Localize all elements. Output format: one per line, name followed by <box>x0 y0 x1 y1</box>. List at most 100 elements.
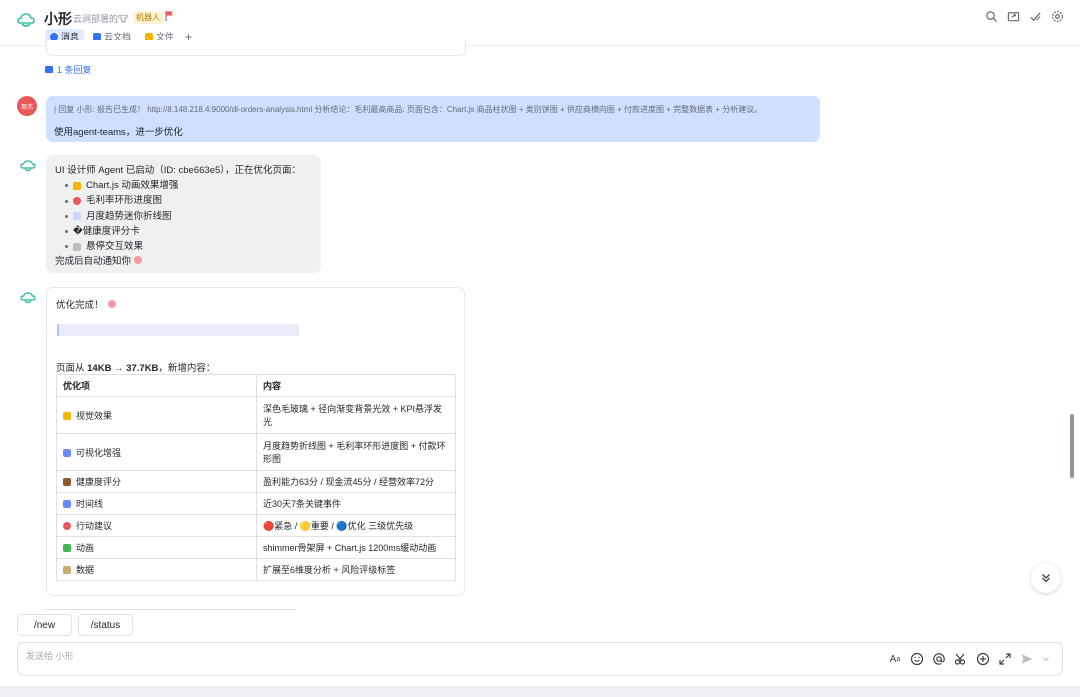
briefcase-icon <box>63 478 71 486</box>
emoji-icon[interactable] <box>910 652 924 666</box>
cell-text: 数据 <box>76 565 95 575</box>
table-cell: 扩展至6维度分析 + 风险评级标签 <box>256 558 456 581</box>
cell-text: 时间线 <box>76 499 104 509</box>
scrollbar-thumb[interactable] <box>1070 414 1074 478</box>
list-item-text: 月度趋势迷你折线图 <box>86 210 172 222</box>
quick-command-status[interactable]: /status <box>78 614 133 636</box>
table-cell: 视觉效果 <box>56 396 257 434</box>
add-circle-icon[interactable] <box>976 652 990 666</box>
list-item-text: 悬停交互效果 <box>86 241 144 253</box>
divider <box>46 609 296 610</box>
table-cell: 可视化增强 <box>56 433 257 471</box>
bot-logo-icon <box>17 13 35 27</box>
heart-icon <box>133 256 142 265</box>
list-item: 悬停交互效果 <box>55 239 312 254</box>
list-item-text: 毛利率环形进度图 <box>86 195 163 207</box>
bot-avatar-icon[interactable] <box>19 158 37 174</box>
composer-toolbar: Aa <box>888 652 1050 666</box>
flag-icon[interactable] <box>165 11 174 21</box>
check-icon[interactable] <box>1029 10 1042 23</box>
column-header: 优化项 <box>56 374 257 397</box>
bar-chart-icon <box>63 448 71 457</box>
cell-text: 可视化增强 <box>76 447 122 458</box>
settings-icon[interactable] <box>1051 10 1064 23</box>
message-text: UI 设计师 Agent 已启动（ID: cbe663e5），正在优化页面： <box>55 165 302 176</box>
table-cell: 深色毛玻璃 + 径向渐变背景光效 + KPI悬浮发光 <box>256 396 456 434</box>
quoted-reply[interactable]: | 回复 小形: 报告已生成！ http://8.148.218.4:9000/… <box>54 104 812 115</box>
user-message: | 回复 小形: 报告已生成！ http://8.148.218.4:9000/… <box>46 96 820 142</box>
table-cell: 盈利能力63分 / 现金流45分 / 经营效率72分 <box>256 470 456 493</box>
clipboard-icon <box>63 566 71 574</box>
avatar[interactable]: 邢杰 <box>17 96 37 116</box>
previous-message-card <box>46 40 466 56</box>
list-item: 月度趋势迷你折线图 <box>55 209 312 224</box>
footer-text: 完成后自动通知你 <box>55 256 132 268</box>
link-preview[interactable] <box>57 324 299 336</box>
share-icon[interactable] <box>1007 10 1020 23</box>
cell-text: 动画 <box>76 543 95 553</box>
list-item: �健康度评分卡 <box>55 224 312 239</box>
bot-avatar-icon[interactable] <box>19 290 37 306</box>
table-row: 行动建议 🔴紧急 / 🟡重要 / 🔵优化 三级优先级 <box>56 514 456 537</box>
scissors-icon[interactable] <box>954 652 968 666</box>
bot-message-card: 优化完成！ 页面从 14KB → 37.7KB，新增内容： 优化项 内容 视觉效… <box>46 287 465 596</box>
calendar-icon <box>63 500 71 508</box>
table-cell: 近30天7条关键事件 <box>256 492 456 515</box>
table-row: 时间线 近30天7条关键事件 <box>56 492 456 515</box>
bot-message: UI 设计师 Agent 已启动（ID: cbe663e5），正在优化页面： C… <box>46 155 321 273</box>
size-prefix: 页面从 <box>56 363 88 374</box>
message-footer: 完成后自动通知你 <box>55 254 312 269</box>
window-bottom-edge <box>0 686 1080 697</box>
completion-line: 优化完成！ <box>56 297 455 311</box>
format-text-icon[interactable]: Aa <box>888 652 902 666</box>
table-cell: 🔴紧急 / 🟡重要 / 🔵优化 三级优先级 <box>256 514 456 537</box>
comment-icon <box>45 66 53 73</box>
column-header: 内容 <box>256 374 456 397</box>
message-input[interactable] <box>26 651 726 661</box>
expand-icon[interactable] <box>998 652 1012 666</box>
optimization-table: 优化项 内容 视觉效果 深色毛玻璃 + 径向渐变背景光效 + KPI悬浮发光 可… <box>56 374 456 581</box>
table-cell: 动画 <box>56 536 257 559</box>
table-header-row: 优化项 内容 <box>56 374 456 397</box>
list-item: 毛利率环形进度图 <box>55 193 312 208</box>
chat-title: 小形 <box>44 11 72 27</box>
cell-text: 行动建议 <box>76 521 113 531</box>
thread-reply-link[interactable]: 1 条回复 <box>45 63 92 76</box>
quick-command-new[interactable]: /new <box>17 614 72 636</box>
table-row: 健康度评分 盈利能力63分 / 现金流45分 / 经营效率72分 <box>56 470 456 493</box>
send-icon[interactable] <box>1020 652 1034 666</box>
size-summary: 页面从 14KB → 37.7KB，新增内容： <box>56 360 215 374</box>
message-composer: Aa <box>17 642 1063 676</box>
sparkles-icon <box>73 181 81 190</box>
list-item-text: �健康度评分卡 <box>73 225 140 237</box>
cell-text: 视觉效果 <box>76 410 113 421</box>
wrench-icon <box>73 242 81 251</box>
bot-badge: 机器人 <box>133 11 163 24</box>
message-text: 使用agent-teams，进一步优化 <box>54 127 183 138</box>
list-item-text: Chart.js 动画效果增强 <box>86 180 179 192</box>
table-cell: 时间线 <box>56 492 257 515</box>
heart-icon <box>107 300 116 308</box>
table-row: 视觉效果 深色毛玻璃 + 径向渐变背景光效 + KPI悬浮发光 <box>56 396 456 434</box>
list-item: Chart.js 动画效果增强 <box>55 178 312 193</box>
scrollbar[interactable] <box>1068 46 1076 606</box>
chat-subtitle: 云涧部署的🐮 <box>73 14 129 24</box>
table-cell: 数据 <box>56 558 257 581</box>
mention-icon[interactable] <box>932 652 946 666</box>
table-cell: shimmer骨架屏 + Chart.js 1200ms缓动动画 <box>256 536 456 559</box>
scroll-to-bottom-button[interactable] <box>1031 563 1061 593</box>
search-icon[interactable] <box>985 10 998 23</box>
cell-text: 健康度评分 <box>76 477 122 487</box>
target-icon <box>73 197 81 205</box>
size-suffix: ，新增内容： <box>158 363 216 374</box>
target-icon <box>63 522 71 530</box>
table-cell: 行动建议 <box>56 514 257 537</box>
reply-count: 1 条回复 <box>57 65 92 75</box>
table-row: 动画 shimmer骨架屏 + Chart.js 1200ms缓动动画 <box>56 536 456 559</box>
completion-text: 优化完成！ <box>56 300 104 311</box>
table-cell: 健康度评分 <box>56 470 257 493</box>
size-change: 14KB → 37.7KB <box>87 363 159 374</box>
table-cell: 月度趋势折线图 + 毛利率环形进度图 + 付款环形图 <box>256 433 456 471</box>
chevron-down-icon[interactable] <box>1042 652 1050 666</box>
animation-icon <box>63 544 71 552</box>
